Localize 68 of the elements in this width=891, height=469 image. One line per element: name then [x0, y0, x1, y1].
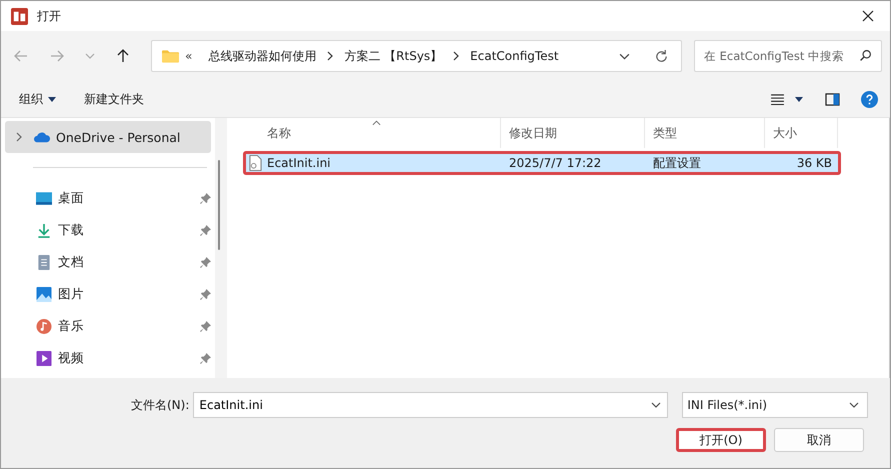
cancel-button[interactable]: 取消	[774, 428, 864, 452]
scrollbar-thumb[interactable]	[218, 160, 220, 250]
chevron-right-icon	[326, 51, 334, 61]
up-icon[interactable]	[115, 48, 131, 64]
file-size: 36 KB	[796, 156, 833, 170]
sidebar-label: 视频	[58, 350, 84, 366]
desktop-icon	[36, 190, 52, 206]
file-name: EcatInit.ini	[267, 156, 331, 170]
breadcrumb-item[interactable]: 方案二 【RtSys】	[344, 48, 442, 64]
breadcrumb-item[interactable]: EcatConfigTest	[470, 49, 559, 63]
sidebar-item[interactable]: 视频	[5, 342, 211, 374]
pin-icon[interactable]	[200, 352, 211, 364]
file-name-label: 文件名(N):	[131, 396, 190, 414]
column-header[interactable]: 修改日期	[501, 118, 645, 148]
pin-icon[interactable]	[200, 288, 211, 300]
search-icon	[859, 49, 872, 62]
pin-icon[interactable]	[200, 320, 211, 332]
sidebar-item[interactable]: 文档	[5, 246, 211, 278]
chevron-down-icon	[651, 400, 662, 410]
pin-icon[interactable]	[200, 224, 211, 236]
close-icon[interactable]	[862, 10, 874, 22]
preview-pane-icon[interactable]	[825, 92, 840, 106]
overflow-marker[interactable]: «	[185, 49, 192, 63]
sidebar-label: 音乐	[58, 318, 84, 334]
document-icon	[36, 254, 52, 270]
file-type: 配置设置	[652, 154, 702, 172]
chevron-right-icon[interactable]	[15, 132, 23, 142]
view-menu-icon[interactable]	[771, 94, 784, 104]
music-icon	[36, 318, 52, 334]
picture-icon	[36, 286, 52, 302]
folder-icon	[162, 49, 179, 63]
file-name-field[interactable]: EcatInit.ini	[193, 392, 668, 418]
chevron-down-icon	[849, 400, 860, 410]
download-icon	[36, 222, 52, 238]
chevron-right-icon	[452, 51, 460, 61]
video-icon	[36, 350, 52, 366]
column-header[interactable]: 大小	[765, 118, 838, 148]
open-button[interactable]: 打开(O)	[676, 428, 766, 452]
sidebar-label: 下载	[58, 222, 84, 238]
sidebar-item[interactable]: 下载	[5, 214, 211, 246]
settings-file-icon	[249, 155, 262, 171]
cloud-icon	[34, 130, 50, 144]
file-type-dropdown[interactable]: INI Files(*.ini)	[682, 392, 868, 418]
help-icon[interactable]	[861, 90, 878, 108]
search-field[interactable]: 在 EcatConfigTest 中搜索	[694, 40, 882, 72]
address-bar[interactable]: « 总线驱动器如何使用 方案二 【RtSys】 EcatConfigTest	[151, 40, 682, 72]
breadcrumb-item[interactable]: 总线驱动器如何使用	[208, 48, 316, 64]
sidebar-item[interactable]: 桌面	[5, 182, 211, 214]
sidebar-label: 文档	[58, 254, 84, 270]
column-header[interactable]: 名称	[259, 118, 501, 148]
sidebar-label: 桌面	[58, 190, 84, 206]
sidebar-item[interactable]: 音乐	[5, 310, 211, 342]
pin-icon[interactable]	[200, 192, 211, 204]
sidebar-label: 图片	[58, 286, 84, 302]
column-header[interactable]: 类型	[645, 118, 765, 148]
file-date: 2025/7/7 17:22	[508, 156, 602, 170]
caret-icon[interactable]	[795, 96, 803, 102]
new-folder-button[interactable]: 新建文件夹	[84, 88, 144, 110]
sidebar-item[interactable]: OneDrive - Personal	[5, 121, 211, 153]
sidebar-item[interactable]: 图片	[5, 278, 211, 310]
caret-icon	[48, 96, 56, 102]
pin-icon[interactable]	[200, 256, 211, 268]
app-logo-icon	[11, 8, 28, 24]
window-title: 打开	[37, 8, 61, 24]
refresh-icon[interactable]	[654, 48, 669, 64]
file-row[interactable]: EcatInit.ini 2025/7/7 17:22 配置设置 36 KB	[243, 151, 841, 175]
organize-button[interactable]: 组织	[19, 88, 56, 110]
sidebar-label: OneDrive - Personal	[56, 130, 180, 144]
